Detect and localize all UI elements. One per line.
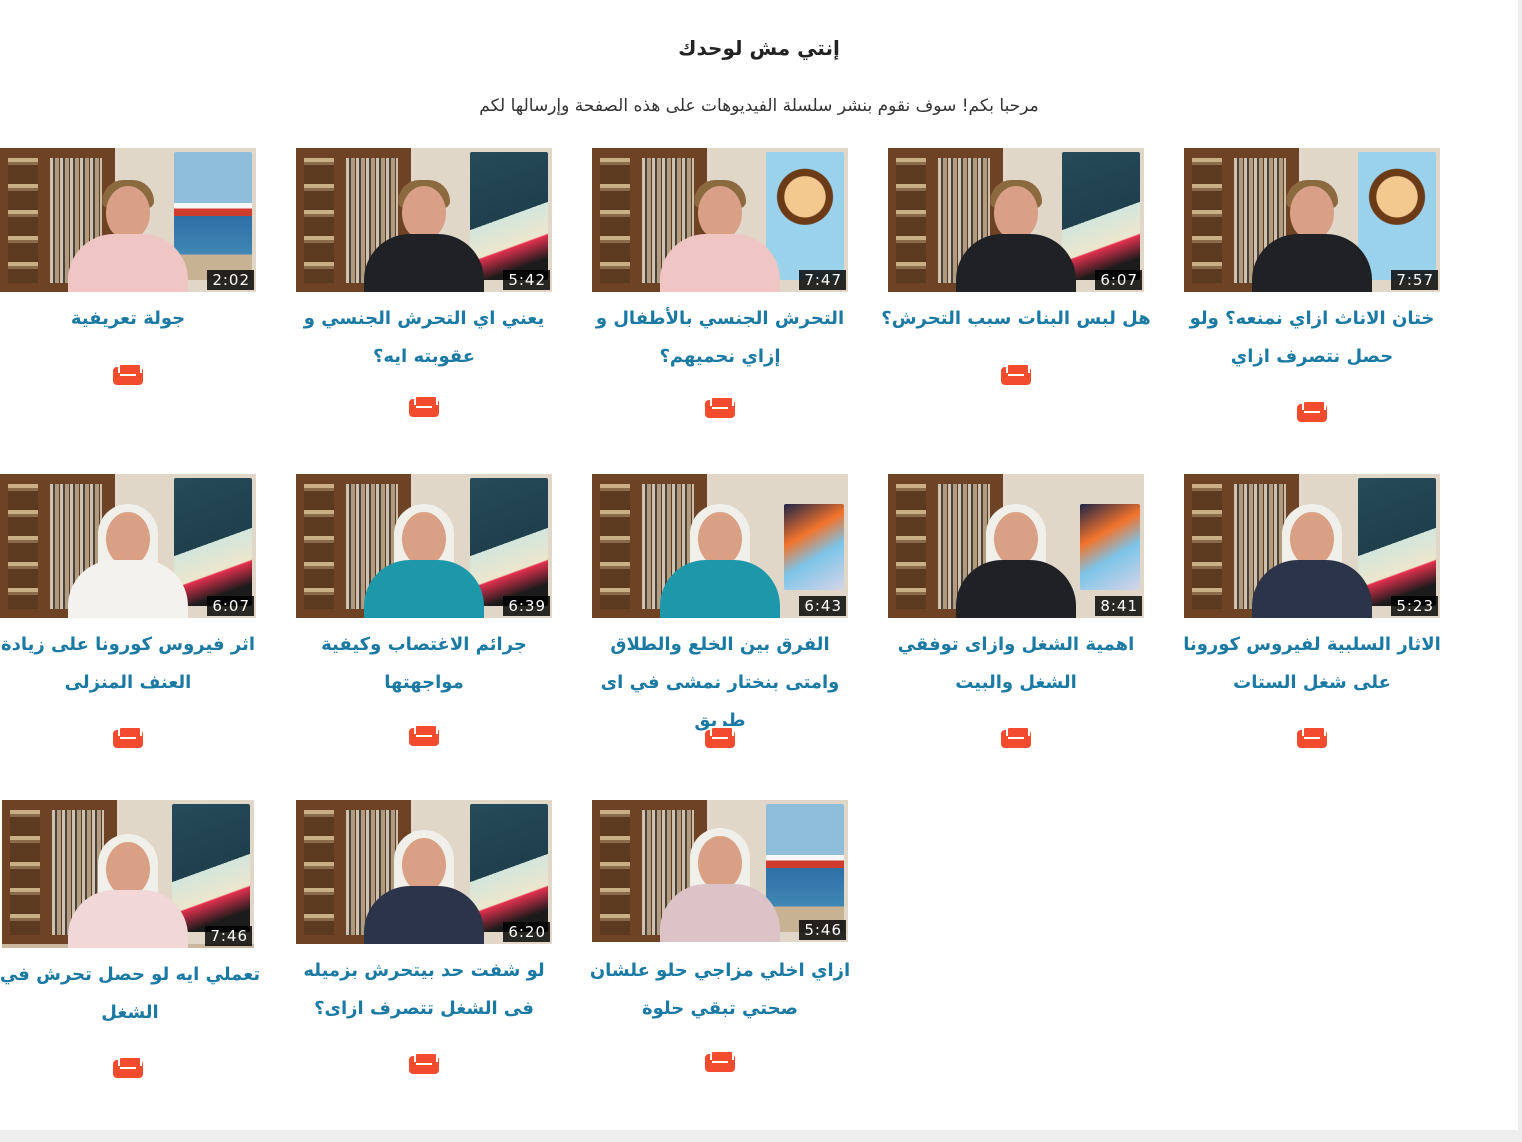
video-thumbnail[interactable]: 6:20 bbox=[296, 800, 552, 944]
video-duration: 7:46 bbox=[205, 926, 252, 946]
video-thumbnail[interactable]: 5:23 bbox=[1184, 474, 1440, 618]
scrollbar-track[interactable] bbox=[1518, 0, 1522, 1142]
video-duration: 6:20 bbox=[503, 922, 550, 942]
video-duration: 6:39 bbox=[503, 596, 550, 616]
video-duration: 6:07 bbox=[207, 596, 254, 616]
video-title-link[interactable]: لو شفت حد بيتحرش بزميله فى الشغل تتصرف ا… bbox=[288, 952, 560, 1028]
video-thumbnail[interactable]: 8:41 bbox=[888, 474, 1144, 618]
save-tray-icon[interactable] bbox=[407, 395, 441, 419]
save-tray-icon[interactable] bbox=[1295, 726, 1329, 750]
save-tray-icon[interactable] bbox=[999, 363, 1033, 387]
save-tray-icon[interactable] bbox=[407, 724, 441, 748]
video-thumbnail[interactable]: 6:07 bbox=[0, 474, 256, 618]
save-tray-icon[interactable] bbox=[111, 1056, 145, 1080]
save-tray-icon[interactable] bbox=[999, 726, 1033, 750]
video-thumbnail[interactable]: 6:43 bbox=[592, 474, 848, 618]
video-title-link[interactable]: ختان الاناث ازاي نمنعه؟ ولو حصل نتصرف از… bbox=[1176, 300, 1448, 376]
video-title-link[interactable]: التحرش الجنسي بالأطفال و إزاي نحميهم؟ bbox=[584, 300, 856, 376]
page-container: إنتي مش لوحدك مرحبا بكم! سوف نقوم بنشر س… bbox=[0, 0, 1518, 1130]
video-thumbnail[interactable]: 6:39 bbox=[296, 474, 552, 618]
video-duration: 6:43 bbox=[799, 596, 846, 616]
save-tray-icon[interactable] bbox=[703, 396, 737, 420]
video-title-link[interactable]: يعني اي التحرش الجنسي و عقوبته ايه؟ bbox=[288, 300, 560, 376]
video-duration: 5:42 bbox=[503, 270, 550, 290]
save-tray-icon[interactable] bbox=[1295, 400, 1329, 424]
video-title-link[interactable]: هل لبس البنات سبب التحرش؟ bbox=[880, 300, 1152, 338]
video-title-link[interactable]: جولة تعريفية bbox=[0, 300, 264, 338]
video-duration: 6:07 bbox=[1095, 270, 1142, 290]
page-subtitle: مرحبا بكم! سوف نقوم بنشر سلسلة الفيديوها… bbox=[479, 96, 1039, 116]
video-duration: 7:47 bbox=[799, 270, 846, 290]
video-thumbnail[interactable]: 5:46 bbox=[592, 800, 848, 942]
page-title: إنتي مش لوحدك bbox=[678, 36, 840, 60]
save-tray-icon[interactable] bbox=[703, 1050, 737, 1074]
save-tray-icon[interactable] bbox=[407, 1052, 441, 1076]
video-duration: 5:23 bbox=[1391, 596, 1438, 616]
video-thumbnail[interactable]: 7:46 bbox=[2, 800, 254, 948]
save-tray-icon[interactable] bbox=[703, 726, 737, 750]
video-title-link[interactable]: الاثار السلبية لفيروس كورونا على شغل الس… bbox=[1176, 626, 1448, 702]
video-title-link[interactable]: اثر فيروس كورونا على زيادة العنف المنزلى bbox=[0, 626, 264, 702]
video-title-link[interactable]: اهمية الشغل وازاى توفقي الشغل والبيت bbox=[880, 626, 1152, 702]
video-title-link[interactable]: جرائم الاغتصاب وكيفية مواجهتها bbox=[288, 626, 560, 702]
video-thumbnail[interactable]: 7:47 bbox=[592, 148, 848, 292]
video-thumbnail[interactable]: 6:07 bbox=[888, 148, 1144, 292]
video-title-link[interactable]: تعملي ايه لو حصل تحرش في الشغل bbox=[0, 956, 266, 1032]
save-tray-icon[interactable] bbox=[111, 726, 145, 750]
video-thumbnail[interactable]: 2:02 bbox=[0, 148, 256, 292]
page-bottom-border bbox=[0, 1130, 1522, 1142]
video-thumbnail[interactable]: 5:42 bbox=[296, 148, 552, 292]
video-title-link[interactable]: ازاي اخلي مزاجي حلو علشان صحتي تبقي حلوة bbox=[584, 952, 856, 1028]
video-duration: 2:02 bbox=[207, 270, 254, 290]
video-duration: 8:41 bbox=[1095, 596, 1142, 616]
video-duration: 7:57 bbox=[1391, 270, 1438, 290]
video-thumbnail[interactable]: 7:57 bbox=[1184, 148, 1440, 292]
video-title-link[interactable]: الفرق بين الخلع والطلاق وامتى بنختار نمش… bbox=[584, 626, 856, 740]
save-tray-icon[interactable] bbox=[111, 363, 145, 387]
video-duration: 5:46 bbox=[799, 920, 846, 940]
